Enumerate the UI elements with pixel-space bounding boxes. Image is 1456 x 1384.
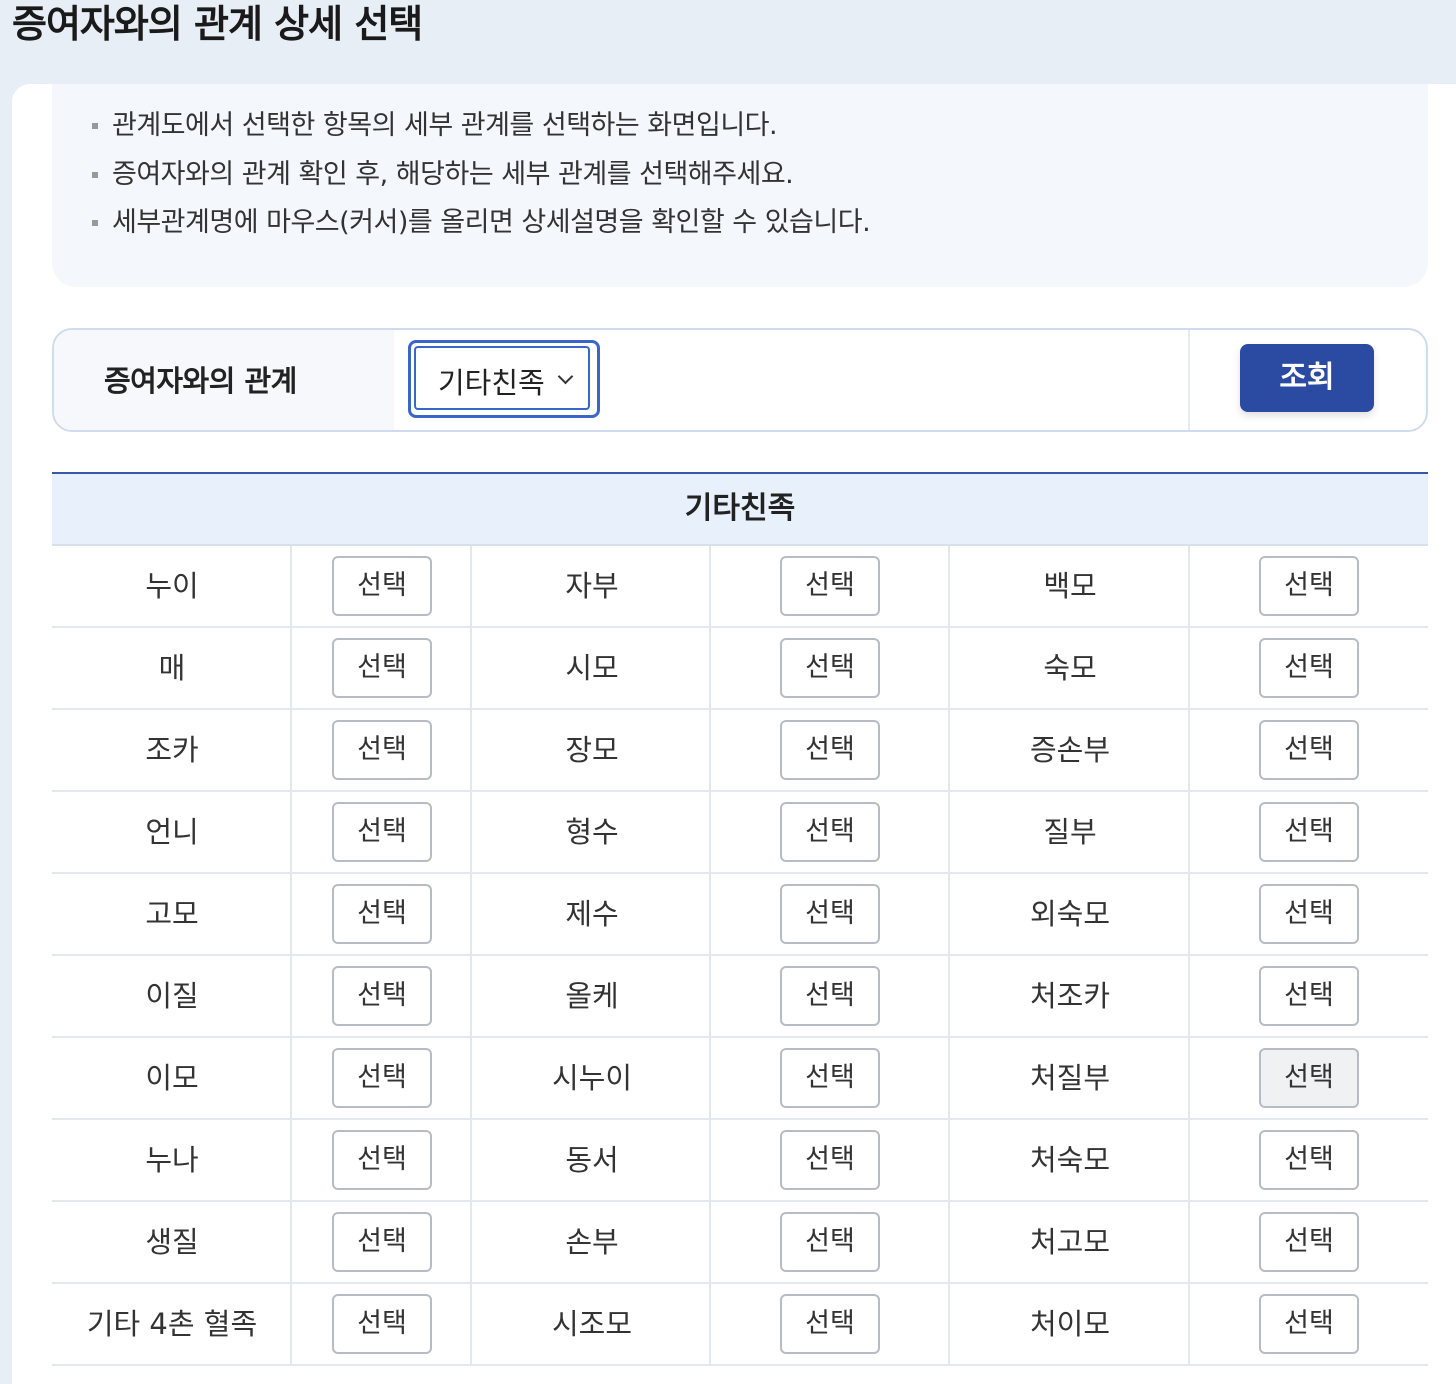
relation-name: 조카 xyxy=(145,733,199,767)
table-row: 이질 선택 올케 선택 처조카 선택 xyxy=(52,956,1428,1038)
select-button[interactable]: 선택 xyxy=(332,1212,432,1272)
select-button[interactable]: 선택 xyxy=(1259,1130,1359,1190)
relation-name: 생질 xyxy=(145,1225,199,1259)
relation-name: 장모 xyxy=(565,733,619,767)
select-button[interactable]: 선택 xyxy=(780,1294,880,1354)
select-button[interactable]: 선택 xyxy=(1259,802,1359,862)
select-button[interactable]: 선택 xyxy=(332,1294,432,1354)
relation-name: 누이 xyxy=(145,569,199,603)
relation-name: 질부 xyxy=(1043,815,1097,849)
select-button[interactable]: 선택 xyxy=(332,1130,432,1190)
table-row: 생질 선택 손부 선택 처고모 선택 xyxy=(52,1202,1428,1284)
relation-name: 고모 xyxy=(145,897,199,931)
search-button[interactable]: 조회 xyxy=(1240,344,1374,412)
relation-name: 백모 xyxy=(1043,569,1097,603)
select-focus-ring: 기타친족 xyxy=(408,340,600,418)
relation-name: 이모 xyxy=(145,1061,199,1095)
select-button[interactable]: 선택 xyxy=(1259,884,1359,944)
select-button[interactable]: 선택 xyxy=(1259,556,1359,616)
relation-name: 숙모 xyxy=(1043,651,1097,685)
relation-name: 제수 xyxy=(565,897,619,931)
bullet-icon xyxy=(92,220,98,226)
select-button[interactable]: 선택 xyxy=(1259,720,1359,780)
table-row: 언니 선택 형수 선택 질부 선택 xyxy=(52,792,1428,874)
title-bar: 증여자와의 관계 상세 선택 xyxy=(0,0,1456,84)
select-button[interactable]: 선택 xyxy=(332,1048,432,1108)
relation-name: 처이모 xyxy=(1029,1307,1111,1341)
chevron-down-icon xyxy=(557,368,574,385)
select-button[interactable]: 선택 xyxy=(780,802,880,862)
relation-name: 이질 xyxy=(145,979,199,1013)
relation-name: 동서 xyxy=(565,1143,619,1177)
relation-name: 처고모 xyxy=(1029,1225,1111,1259)
relation-name: 시누이 xyxy=(551,1061,633,1095)
relation-table: 기타친족 누이 선택 자부 선택 백모 선택 매 선택 시모 선택 숙모 선택 조카 선택 장모 선택 증손부 선… xyxy=(52,472,1428,1366)
table-row: 이모 선택 시누이 선택 처질부 선택 xyxy=(52,1038,1428,1120)
relation-name: 형수 xyxy=(565,815,619,849)
table-header: 기타친족 xyxy=(52,474,1428,546)
table-row: 기타 4촌 혈족 선택 시조모 선택 처이모 선택 xyxy=(52,1284,1428,1366)
relation-name: 기타 4촌 혈족 xyxy=(86,1307,258,1341)
relation-name: 처질부 xyxy=(1029,1061,1111,1095)
table-row: 고모 선택 제수 선택 외숙모 선택 xyxy=(52,874,1428,956)
select-button[interactable]: 선택 xyxy=(1259,1212,1359,1272)
select-button[interactable]: 선택 xyxy=(1259,638,1359,698)
relation-select[interactable]: 기타친족 xyxy=(414,346,590,410)
select-button[interactable]: 선택 xyxy=(1259,1294,1359,1354)
content-panel: 관계도에서 선택한 항목의 세부 관계를 선택하는 화면입니다. 증여자와의 관… xyxy=(12,84,1456,1384)
search-form: 증여자와의 관계 기타친족 조회 xyxy=(52,328,1428,432)
relation-name: 처숙모 xyxy=(1029,1143,1111,1177)
select-button[interactable]: 선택 xyxy=(332,884,432,944)
relation-name: 시조모 xyxy=(551,1307,633,1341)
relation-name: 언니 xyxy=(145,815,199,849)
select-button[interactable]: 선택 xyxy=(332,802,432,862)
guide-box: 관계도에서 선택한 항목의 세부 관계를 선택하는 화면입니다. 증여자와의 관… xyxy=(52,84,1428,287)
relation-name: 누나 xyxy=(145,1143,199,1177)
select-button[interactable]: 선택 xyxy=(780,1130,880,1190)
relation-name: 외숙모 xyxy=(1029,897,1111,931)
relation-name: 자부 xyxy=(565,569,619,603)
guide-text: 관계도에서 선택한 항목의 세부 관계를 선택하는 화면입니다. xyxy=(112,110,778,141)
divider xyxy=(1188,330,1190,430)
table-row: 누이 선택 자부 선택 백모 선택 xyxy=(52,546,1428,628)
bullet-icon xyxy=(92,172,98,178)
select-button[interactable]: 선택 xyxy=(1259,1048,1359,1108)
relation-select-value: 기타친족 xyxy=(438,366,545,400)
relation-name: 올케 xyxy=(565,979,619,1013)
select-button[interactable]: 선택 xyxy=(332,720,432,780)
relation-name: 매 xyxy=(158,651,186,685)
table-row: 매 선택 시모 선택 숙모 선택 xyxy=(52,628,1428,710)
relation-name: 증손부 xyxy=(1029,733,1111,767)
relation-name: 처조카 xyxy=(1029,979,1111,1013)
select-button[interactable]: 선택 xyxy=(332,556,432,616)
select-button[interactable]: 선택 xyxy=(780,638,880,698)
page-title: 증여자와의 관계 상세 선택 xyxy=(12,2,423,46)
table-row: 누나 선택 동서 선택 처숙모 선택 xyxy=(52,1120,1428,1202)
guide-text: 세부관계명에 마우스(커서)를 올리면 상세설명을 확인할 수 있습니다. xyxy=(112,207,871,238)
select-button[interactable]: 선택 xyxy=(780,1048,880,1108)
select-button[interactable]: 선택 xyxy=(780,884,880,944)
select-button[interactable]: 선택 xyxy=(1259,966,1359,1026)
relation-label: 증여자와의 관계 xyxy=(104,364,297,398)
select-button[interactable]: 선택 xyxy=(780,1212,880,1272)
table-row: 조카 선택 장모 선택 증손부 선택 xyxy=(52,710,1428,792)
search-label-cell: 증여자와의 관계 xyxy=(54,330,394,430)
relation-name: 손부 xyxy=(565,1225,619,1259)
select-button[interactable]: 선택 xyxy=(780,556,880,616)
relation-name: 시모 xyxy=(565,651,619,685)
guide-text: 증여자와의 관계 확인 후, 해당하는 세부 관계를 선택해주세요. xyxy=(112,159,794,190)
select-button[interactable]: 선택 xyxy=(780,966,880,1026)
select-button[interactable]: 선택 xyxy=(332,638,432,698)
select-button[interactable]: 선택 xyxy=(780,720,880,780)
bullet-icon xyxy=(92,123,98,129)
select-button[interactable]: 선택 xyxy=(332,966,432,1026)
